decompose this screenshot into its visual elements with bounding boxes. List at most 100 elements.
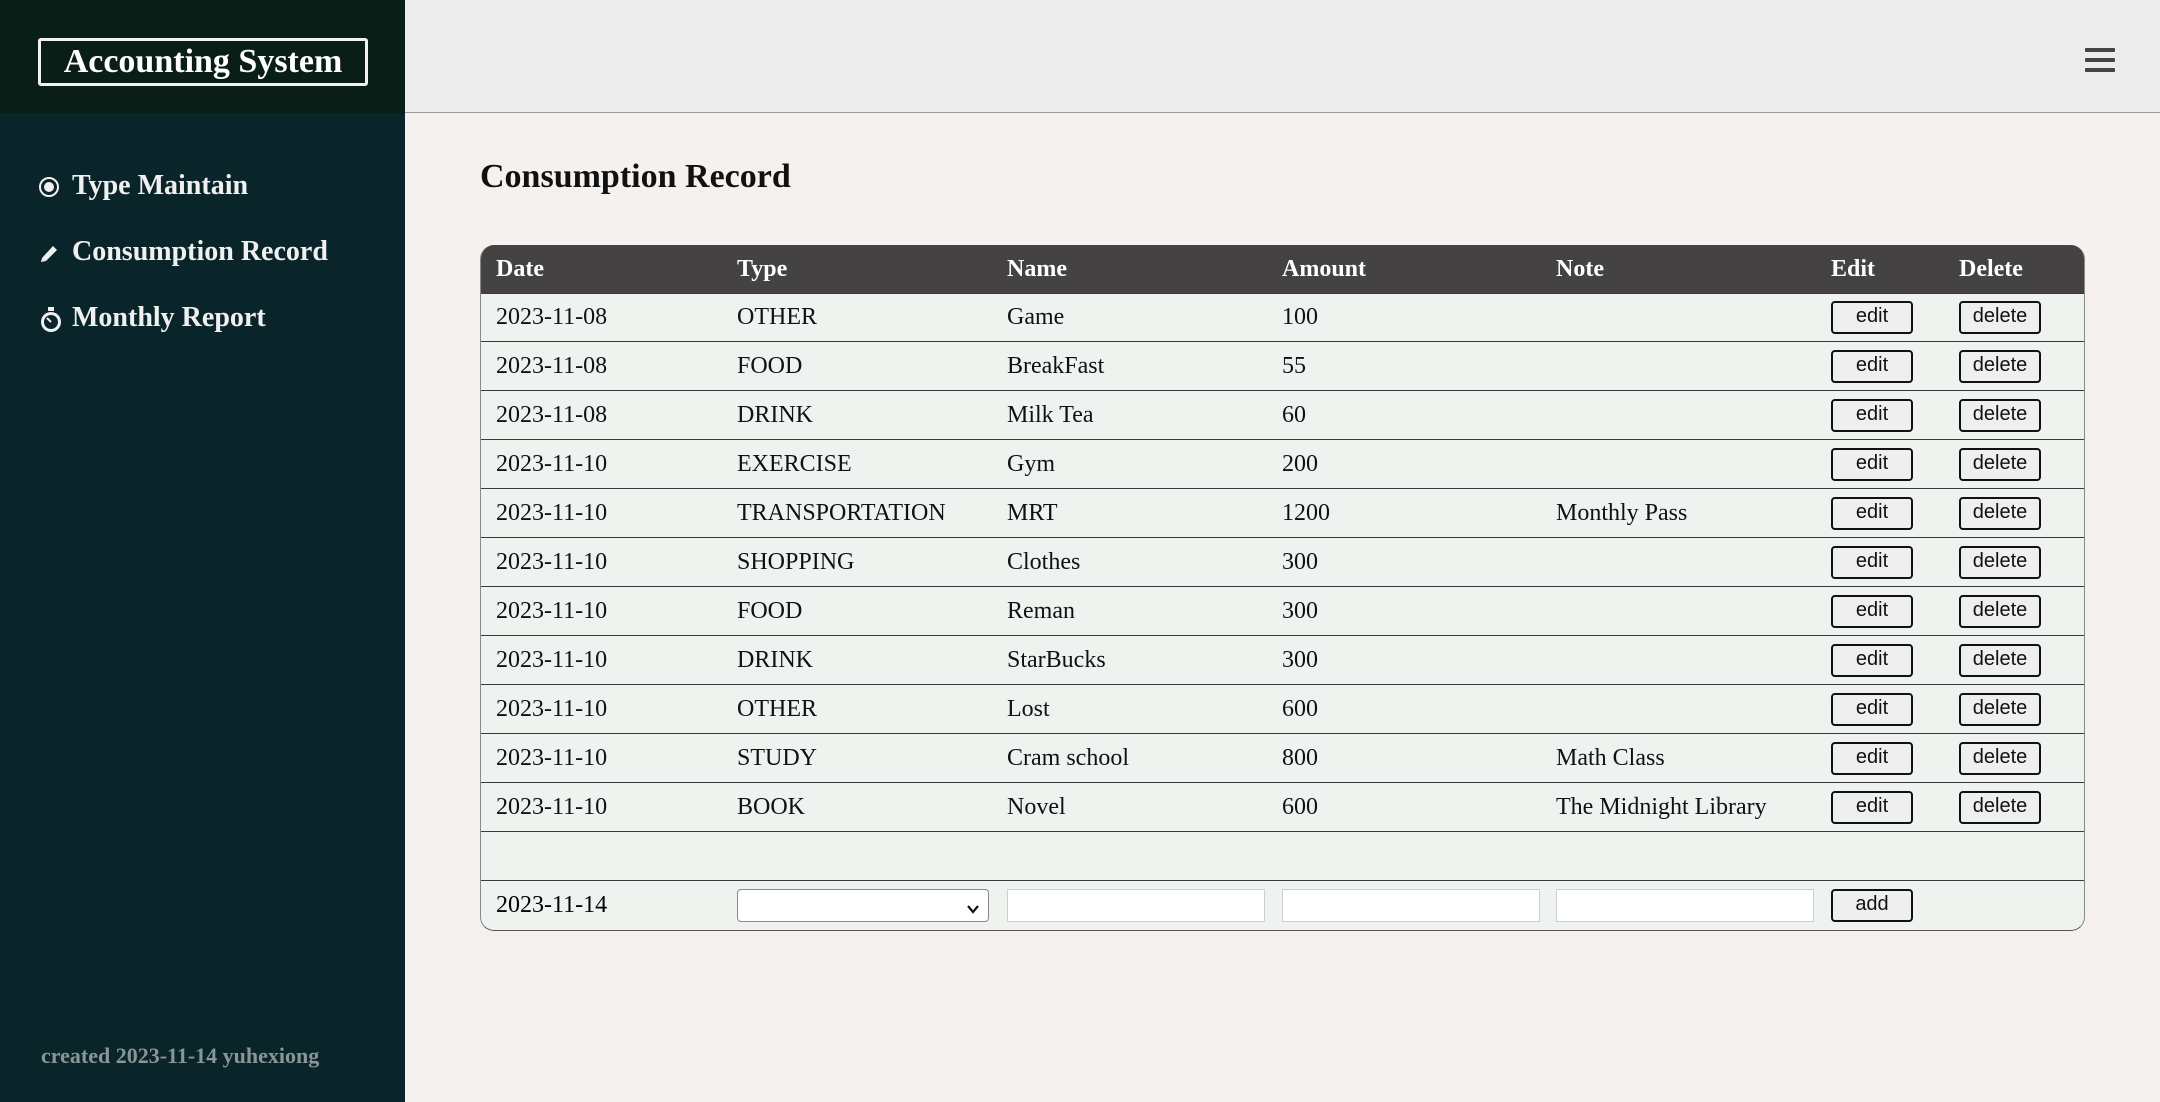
- edit-button[interactable]: edit: [1831, 594, 1913, 628]
- cell-type: STUDY: [737, 744, 818, 771]
- chevron-down-icon: [966, 896, 980, 914]
- cell-date: 2023-11-10: [496, 744, 608, 771]
- cell-amount: 1200: [1282, 499, 1330, 526]
- delete-button[interactable]: delete: [1959, 496, 2041, 530]
- delete-button[interactable]: delete: [1959, 398, 2041, 432]
- cell-edit: edit: [1831, 692, 1959, 726]
- delete-button[interactable]: delete: [1959, 545, 2041, 579]
- column-header-type: Type: [737, 255, 788, 282]
- cell-amount: 300: [1282, 597, 1318, 624]
- name-input[interactable]: [1007, 888, 1265, 922]
- column-header-note: Note: [1556, 255, 1604, 282]
- cell-note: Monthly Pass: [1556, 499, 1688, 526]
- delete-button[interactable]: delete: [1959, 692, 2041, 726]
- cell-edit: edit: [1831, 790, 1959, 824]
- sidebar-item-type-maintain[interactable]: Type Maintain: [38, 170, 248, 202]
- cell-delete: delete: [1959, 692, 2079, 726]
- cell-delete: delete: [1959, 496, 2079, 530]
- cell-delete: delete: [1959, 643, 2079, 677]
- amount-input[interactable]: [1282, 888, 1540, 922]
- table-row: 2023-11-10 OTHER Lost 600 edit delete: [481, 685, 2084, 734]
- column-header-name: Name: [1007, 255, 1067, 282]
- cell-amount: 300: [1282, 646, 1318, 673]
- table-row: 2023-11-10 TRANSPORTATION MRT 1200 Monthly P…: [481, 489, 2084, 538]
- sidebar-item-label: Monthly Report: [72, 302, 266, 333]
- cell-delete: delete: [1959, 398, 2079, 432]
- cell-name: Lost: [1007, 695, 1050, 722]
- new-record-add-cell: add: [1831, 888, 1959, 922]
- cell-edit: edit: [1831, 741, 1959, 775]
- cell-amount: 100: [1282, 304, 1318, 330]
- cell-edit: edit: [1831, 594, 1959, 628]
- cell-type: BOOK: [737, 793, 806, 820]
- cell-type: FOOD: [737, 597, 803, 624]
- cell-type: SHOPPING: [737, 548, 855, 575]
- cell-date: 2023-11-10: [496, 548, 608, 575]
- hamburger-icon[interactable]: [2085, 48, 2115, 74]
- cell-amount: 600: [1282, 793, 1318, 820]
- type-select[interactable]: [737, 888, 989, 922]
- edit-button[interactable]: edit: [1831, 301, 1913, 334]
- new-record-note-cell: [1556, 888, 1831, 922]
- cell-type: OTHER: [737, 695, 817, 722]
- add-button[interactable]: add: [1831, 888, 1913, 922]
- cell-delete: delete: [1959, 447, 2079, 481]
- delete-button[interactable]: delete: [1959, 594, 2041, 628]
- cell-name: MRT: [1007, 499, 1058, 526]
- brand-bar: Accounting System: [0, 0, 405, 113]
- app-title[interactable]: Accounting System: [38, 38, 368, 86]
- stopwatch-icon: [38, 306, 62, 332]
- cell-delete: delete: [1959, 741, 2079, 775]
- table-row: 2023-11-10 EXERCISE Gym 200 edit delete: [481, 440, 2084, 489]
- cell-date: 2023-11-10: [496, 499, 608, 526]
- cell-date: 2023-11-10: [496, 695, 608, 722]
- edit-button[interactable]: edit: [1831, 741, 1913, 775]
- cell-name: BreakFast: [1007, 352, 1105, 379]
- cell-edit: edit: [1831, 496, 1959, 530]
- page-title: Consumption Record: [480, 158, 791, 195]
- sidebar-item-consumption-record[interactable]: Consumption Record: [38, 236, 328, 268]
- table-row: 2023-11-10 FOOD Reman 300 edit delete: [481, 587, 2084, 636]
- table-row: 2023-11-10 BOOK Novel 600 The Midnight Libra…: [481, 783, 2084, 832]
- delete-button[interactable]: delete: [1959, 447, 2041, 481]
- cell-edit: edit: [1831, 643, 1959, 677]
- cell-amount: 600: [1282, 695, 1318, 722]
- edit-button[interactable]: edit: [1831, 790, 1913, 824]
- cell-type: FOOD: [737, 352, 803, 379]
- cell-amount: 200: [1282, 450, 1318, 477]
- cell-name: Reman: [1007, 597, 1075, 624]
- cell-type: DRINK: [737, 646, 813, 673]
- cell-delete: delete: [1959, 594, 2079, 628]
- column-header-amount: Amount: [1282, 255, 1367, 282]
- edit-button[interactable]: edit: [1831, 398, 1913, 432]
- delete-button[interactable]: delete: [1959, 790, 2041, 824]
- edit-button[interactable]: edit: [1831, 545, 1913, 579]
- edit-button[interactable]: edit: [1831, 349, 1913, 383]
- edit-button[interactable]: edit: [1831, 692, 1913, 726]
- delete-button[interactable]: delete: [1959, 741, 2041, 775]
- table-spacer-row: [481, 832, 2084, 881]
- note-input[interactable]: [1556, 888, 1814, 922]
- new-record-amount-cell: [1282, 888, 1556, 922]
- cell-name: Cram school: [1007, 744, 1129, 771]
- delete-button[interactable]: delete: [1959, 349, 2041, 383]
- column-header-edit: Edit: [1831, 255, 1876, 282]
- edit-button[interactable]: edit: [1831, 496, 1913, 530]
- sidebar: Accounting System Type Maintain Consumpt…: [0, 0, 405, 1102]
- cell-date: 2023-11-08: [496, 352, 608, 379]
- cell-delete: delete: [1959, 545, 2079, 579]
- cell-delete: delete: [1959, 349, 2079, 383]
- delete-button[interactable]: delete: [1959, 301, 2041, 334]
- cell-date: 2023-11-08: [496, 304, 608, 330]
- edit-button[interactable]: edit: [1831, 447, 1913, 481]
- edit-button[interactable]: edit: [1831, 643, 1913, 677]
- cell-delete: delete: [1959, 301, 2079, 334]
- cell-edit: edit: [1831, 447, 1959, 481]
- delete-button[interactable]: delete: [1959, 643, 2041, 677]
- new-record-type-cell: [737, 888, 1007, 922]
- column-header-delete: Delete: [1959, 255, 2023, 282]
- sidebar-item-monthly-report[interactable]: Monthly Report: [38, 302, 266, 334]
- cell-date: 2023-11-08: [496, 401, 608, 428]
- sidebar-item-label: Type Maintain: [72, 170, 249, 201]
- cell-edit: edit: [1831, 545, 1959, 579]
